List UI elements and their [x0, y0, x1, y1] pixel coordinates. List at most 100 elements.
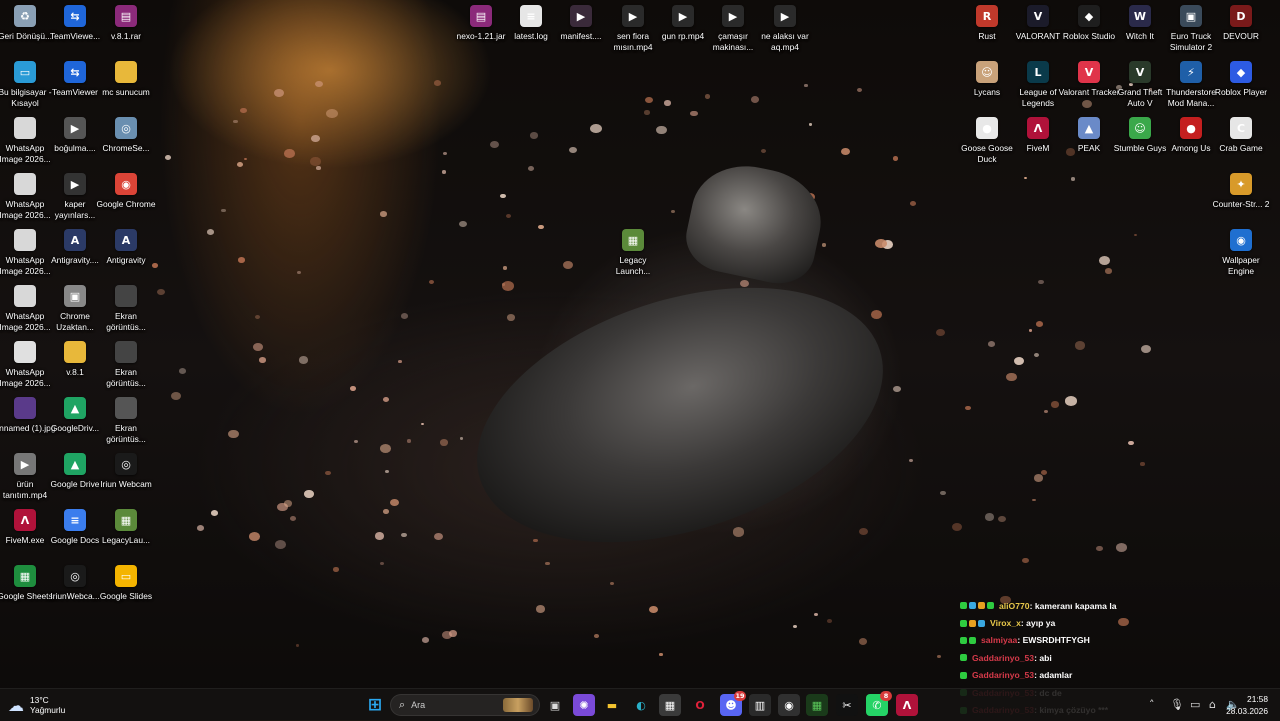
desktop-icon-label: Iriun Webcam [100, 479, 152, 489]
desktop-icon-label: Ekran görüntüs... [106, 423, 146, 444]
desktop-icon[interactable]: ▤ v.8.1.rar [99, 5, 153, 42]
microphone-icon[interactable]: 🎙 [1170, 698, 1184, 711]
desktop-icon[interactable]: V Valorant Tracker [1059, 61, 1119, 98]
desktop-icon[interactable]: ⇆ TeamViewe... [48, 5, 102, 42]
task-view-icon[interactable]: ▣ [544, 694, 566, 716]
desktop-icon[interactable]: ◆ Roblox Studio [1062, 5, 1116, 42]
opera-icon[interactable]: O [689, 694, 711, 716]
chrome-icon: ◉ [115, 173, 137, 195]
minecraft-icon: ▦ [115, 509, 137, 531]
desktop-icon[interactable]: ⇆ TeamViewer [48, 61, 102, 98]
desktop-icon[interactable]: ▦ Legacy Launch... [606, 229, 660, 276]
desktop-icon[interactable]: v.8.1 [48, 341, 102, 378]
desktop-icon[interactable]: L League of Legends [1011, 61, 1065, 108]
desktop-icon-label: Google Chrome [96, 199, 156, 209]
desktop-icon[interactable]: A Antigravity.... [48, 229, 102, 266]
desktop-icon[interactable]: ◎ Iriun Webcam [99, 453, 153, 490]
discord-icon[interactable]: ☻ 19 [720, 691, 746, 716]
antigravity-icon: A [64, 229, 86, 251]
desktop-icon[interactable]: ▦ LegacyLau... [99, 509, 153, 546]
desktop-icon[interactable]: mc sunucum [99, 61, 153, 98]
whatsapp-icon[interactable]: ✆ 8 [866, 691, 892, 716]
chat-badge-icon [960, 636, 967, 644]
valorant-tracker-icon: V [1078, 61, 1100, 83]
chat-message: aliO770 : kameranı kapama la [960, 597, 1280, 614]
desktop-icon[interactable]: ≡ Google Docs [48, 509, 102, 546]
microsoft-store-icon[interactable]: ▦ [659, 694, 681, 716]
edge-icon[interactable]: ◐ [630, 694, 652, 716]
desktop-icon[interactable]: ▶ kaper yayınlars... [48, 173, 102, 220]
video-file-icon: ▶ [570, 5, 592, 27]
goose-goose-duck-icon: ● [976, 117, 998, 139]
display-icon[interactable]: ▭ [1190, 698, 1200, 711]
chat-username: salmiyaa [981, 635, 1018, 646]
desktop-icon[interactable]: R Rust [960, 5, 1014, 42]
google-drive-icon: ▲ [64, 453, 86, 475]
desktop-icon[interactable]: ◉ Google Chrome [96, 173, 156, 210]
desktop-icon[interactable]: ▶ ne alaksı var aq.mp4 [758, 5, 812, 52]
chevron-up-icon[interactable]: ˄ [1149, 698, 1155, 711]
copilot-icon[interactable]: ✺ [573, 694, 595, 716]
desktop-icon[interactable]: ● Goose Goose Duck [960, 117, 1014, 164]
obs-icon[interactable]: ◉ [778, 694, 800, 716]
network-icon[interactable]: ⌂ [1209, 698, 1216, 711]
game-app-icon[interactable]: ▥ [749, 694, 771, 716]
desktop-icon[interactable]: ⚡ Thunderstore Mod Mana... [1164, 61, 1218, 108]
minecraft-launcher-icon[interactable]: ▦ [806, 694, 828, 716]
desktop-icon[interactable]: V Grand Theft Auto V [1113, 61, 1167, 108]
desktop-icon[interactable]: Λ FiveM [1011, 117, 1065, 154]
desktop-icon[interactable]: W Witch It [1113, 5, 1167, 42]
notification-badge: 8 [880, 691, 892, 701]
chat-username: Gaddarinyo_53 [972, 670, 1035, 681]
video-file-icon: ▶ [14, 453, 36, 475]
desktop-icon[interactable]: A Antigravity [99, 229, 153, 266]
desktop-icon[interactable]: ◎ ChromeSe... [99, 117, 153, 154]
desktop-icon[interactable]: ▶ sen fiora mısın.mp4 [606, 5, 660, 52]
desktop-icon[interactable]: ◎ IriunWebca... [48, 565, 102, 602]
chat-badge-icon [969, 602, 976, 610]
start-button-icon[interactable]: ⊞ [364, 694, 386, 716]
desktop-icon[interactable]: ▭ Google Slides [99, 565, 153, 602]
desktop-icon[interactable]: Ekran görüntüs... [99, 285, 153, 332]
desktop-icon[interactable]: D DEVOUR [1214, 5, 1268, 42]
desktop-icon[interactable]: ✦ Counter-Str... 2 [1213, 173, 1269, 210]
desktop-icon[interactable]: WhatsApp Image 2026... [0, 229, 52, 276]
desktop-icon[interactable]: ◆ Roblox Player [1214, 61, 1268, 98]
notification-badge: 19 [734, 691, 746, 701]
desktop-icon[interactable]: WhatsApp Image 2026... [0, 117, 52, 164]
winrar-icon: ▤ [115, 5, 137, 27]
desktop-icon[interactable]: ◉ Wallpaper Engine [1214, 229, 1268, 276]
folder-icon [64, 341, 86, 363]
desktop-icon[interactable]: ▣ Chrome Uzaktan... [48, 285, 102, 332]
desktop-icon[interactable]: ▶ ürün tanıtım.mp4 [0, 453, 52, 500]
desktop-icon[interactable]: WhatsApp Image 2026... [0, 341, 52, 388]
desktop-icon[interactable]: ▶ manifest.... [554, 5, 608, 42]
capcut-icon[interactable]: ✂ [836, 694, 858, 716]
desktop-icon[interactable]: ▲ PEAK [1062, 117, 1116, 154]
desktop-icon[interactable]: C Crab Game [1214, 117, 1268, 154]
video-file-icon: ▶ [774, 5, 796, 27]
taskbar-search-box[interactable]: ⌕ Ara [390, 694, 540, 716]
system-clock[interactable]: 21:58 28.03.2026 [1226, 693, 1268, 717]
desktop-icon[interactable]: ▶ boğulma.... [48, 117, 102, 154]
java-archive-icon: ▤ [470, 5, 492, 27]
desktop-icon[interactable]: ☺ Lycans [960, 61, 1014, 98]
desktop-icon[interactable]: Ekran görüntüs... [99, 341, 153, 388]
desktop-icon[interactable]: ▲ Google Drive [48, 453, 102, 490]
roblox-player-icon: ◆ [1230, 61, 1252, 83]
desktop-icon[interactable]: ▲ GoogleDriv... [48, 397, 102, 434]
desktop-icon[interactable]: ▣ Euro Truck Simulator 2 [1164, 5, 1218, 52]
video-file-icon: ▶ [64, 173, 86, 195]
weather-widget[interactable]: ☁ 13°C Yağmurlu [8, 689, 65, 721]
desktop-icon[interactable]: V VALORANT [1011, 5, 1065, 42]
desktop-icon[interactable]: Ekran görüntüs... [99, 397, 153, 444]
teamviewer-icon: ⇆ [64, 61, 86, 83]
fivem-taskbar-icon[interactable]: Λ [896, 694, 918, 716]
desktop-icon[interactable]: ▶ çamaşır makinası... [706, 5, 760, 52]
desktop-icon[interactable]: ☺ Stumble Guys [1113, 117, 1167, 154]
desktop-icon[interactable]: ▭ Bu bilgisayar - Kısayol [0, 61, 52, 108]
chat-message: Virox_x : ayıp ya [960, 614, 1280, 631]
chat-message: Gaddarinyo_53 : adamlar [960, 667, 1280, 684]
file-explorer-icon[interactable]: ▬ [601, 694, 623, 716]
desktop-icon-label: Counter-Str... 2 [1212, 199, 1270, 209]
